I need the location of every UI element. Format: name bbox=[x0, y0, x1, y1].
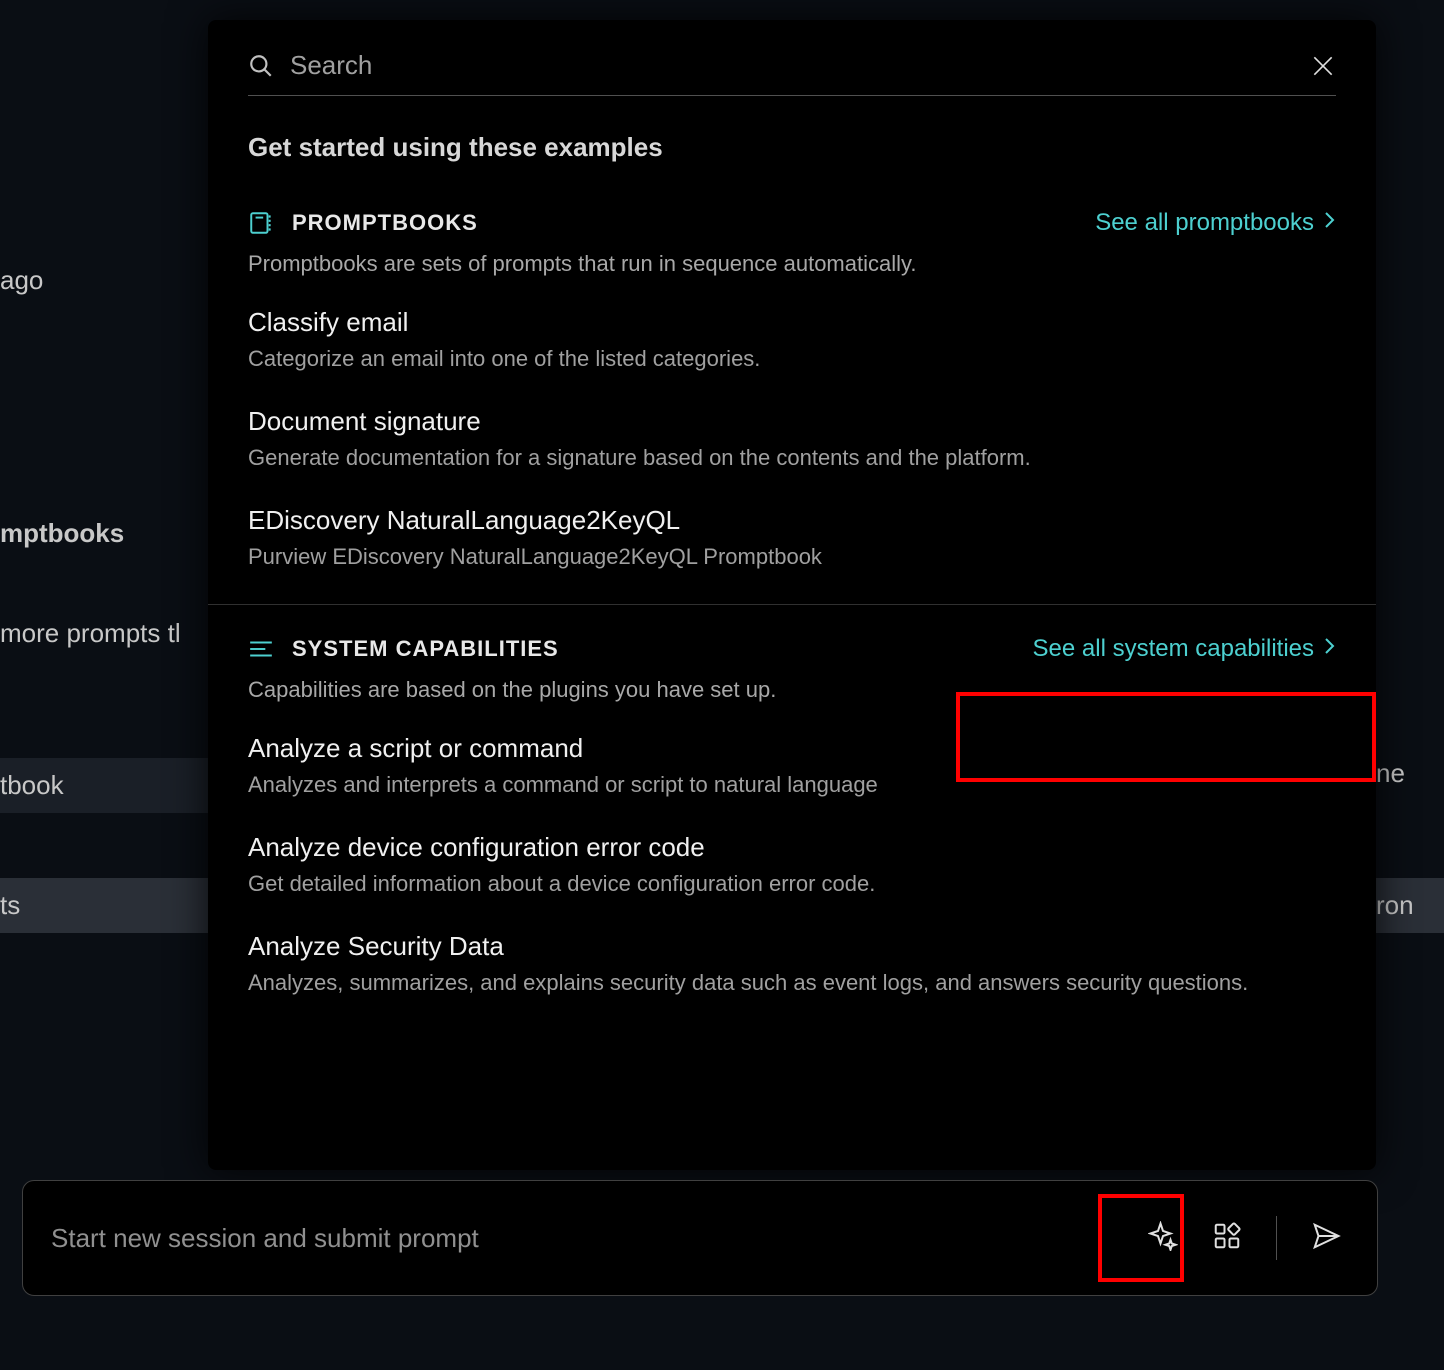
promptbooks-header: PROMPTBOOKS See all promptbooks bbox=[248, 209, 1336, 237]
promptbook-item-desc: Generate documentation for a signature b… bbox=[248, 445, 1336, 471]
promptbook-item-desc: Categorize an email into one of the list… bbox=[248, 346, 1336, 372]
vertical-separator bbox=[1276, 1216, 1277, 1260]
chevron-right-icon bbox=[1324, 637, 1336, 661]
bg-text-moreprompts: more prompts tl bbox=[0, 618, 181, 649]
bg-text-mptbooks: mptbooks bbox=[0, 518, 124, 549]
promptbook-item-desc: Purview EDiscovery NaturalLanguage2KeyQL… bbox=[248, 544, 1336, 570]
capabilities-label: SYSTEM CAPABILITIES bbox=[292, 636, 559, 662]
see-all-promptbooks-link[interactable]: See all promptbooks bbox=[1095, 209, 1336, 237]
promptbooks-desc: Promptbooks are sets of prompts that run… bbox=[248, 251, 1336, 277]
bg-text-ago: ago bbox=[0, 265, 43, 296]
capability-item[interactable]: Analyze a script or command Analyzes and… bbox=[248, 733, 1336, 798]
capability-item-desc: Analyzes and interprets a command or scr… bbox=[248, 772, 1336, 798]
bg-text-ts: ts bbox=[0, 878, 208, 933]
promptbook-item[interactable]: Document signature Generate documentatio… bbox=[248, 406, 1336, 471]
bg-text-ne: ne bbox=[1376, 758, 1405, 789]
prompts-popup: Get started using these examples PROMPTB… bbox=[208, 20, 1376, 1170]
send-icon bbox=[1311, 1221, 1341, 1256]
capability-item-desc: Analyzes, summarizes, and explains secur… bbox=[248, 970, 1336, 996]
search-row bbox=[248, 50, 1336, 96]
capabilities-desc: Capabilities are based on the plugins yo… bbox=[248, 677, 1336, 703]
capabilities-header: SYSTEM CAPABILITIES See all system capab… bbox=[248, 635, 1336, 663]
popup-subtitle: Get started using these examples bbox=[248, 132, 1336, 163]
sparkle-button[interactable] bbox=[1140, 1215, 1186, 1261]
section-divider bbox=[208, 604, 1376, 605]
search-input[interactable] bbox=[290, 50, 1310, 81]
capability-item[interactable]: Analyze device configuration error code … bbox=[248, 832, 1336, 897]
capability-item-title: Analyze device configuration error code bbox=[248, 832, 1336, 863]
see-all-promptbooks-text: See all promptbooks bbox=[1095, 209, 1314, 237]
capability-item[interactable]: Analyze Security Data Analyzes, summariz… bbox=[248, 931, 1336, 996]
see-all-capabilities-link[interactable]: See all system capabilities bbox=[1033, 635, 1336, 663]
apps-button[interactable] bbox=[1204, 1215, 1250, 1261]
prompt-input[interactable] bbox=[51, 1223, 1140, 1254]
bg-text-tbook: tbook bbox=[0, 758, 208, 813]
search-icon bbox=[248, 53, 274, 79]
promptbook-item-title: EDiscovery NaturalLanguage2KeyQL bbox=[248, 505, 1336, 536]
promptbooks-label: PROMPTBOOKS bbox=[292, 210, 478, 236]
capabilities-icon bbox=[248, 636, 274, 662]
prompt-bar bbox=[22, 1180, 1378, 1296]
sparkle-icon bbox=[1148, 1221, 1178, 1256]
prompt-actions bbox=[1140, 1215, 1349, 1261]
promptbook-item[interactable]: Classify email Categorize an email into … bbox=[248, 307, 1336, 372]
promptbook-item[interactable]: EDiscovery NaturalLanguage2KeyQL Purview… bbox=[248, 505, 1336, 570]
see-all-capabilities-text: See all system capabilities bbox=[1033, 635, 1314, 663]
capability-item-title: Analyze a script or command bbox=[248, 733, 1336, 764]
apps-icon bbox=[1212, 1221, 1242, 1256]
capability-item-title: Analyze Security Data bbox=[248, 931, 1336, 962]
promptbook-item-title: Classify email bbox=[248, 307, 1336, 338]
capability-item-desc: Get detailed information about a device … bbox=[248, 871, 1336, 897]
send-button[interactable] bbox=[1303, 1215, 1349, 1261]
close-icon[interactable] bbox=[1310, 53, 1336, 79]
bg-text-ron: ron bbox=[1376, 878, 1444, 933]
book-icon bbox=[248, 210, 274, 236]
promptbook-item-title: Document signature bbox=[248, 406, 1336, 437]
chevron-right-icon bbox=[1324, 211, 1336, 235]
